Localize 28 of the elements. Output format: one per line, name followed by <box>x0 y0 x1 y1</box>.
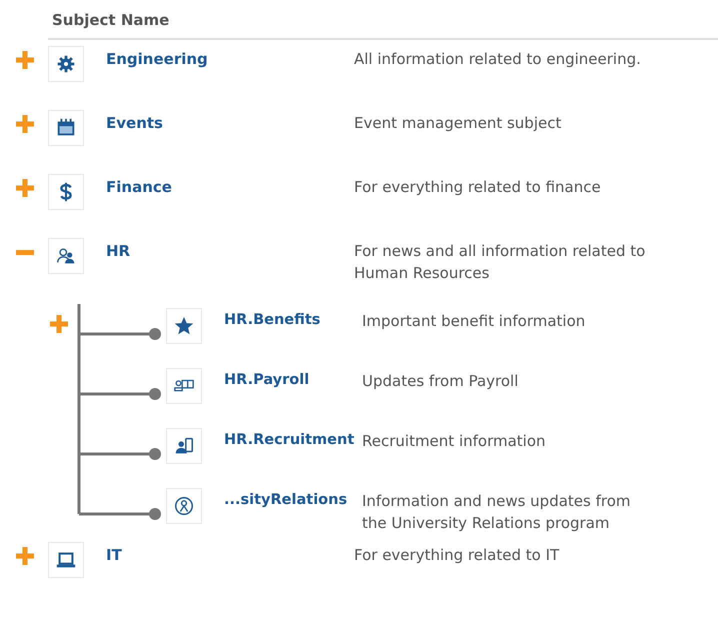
subject-description: Recruitment information <box>362 431 547 452</box>
subject-link[interactable]: Finance <box>106 176 354 198</box>
gear-icon <box>55 53 77 75</box>
subject-link[interactable]: Events <box>106 112 354 134</box>
subject-description: For everything related to finance <box>354 177 602 198</box>
subject-description: Updates from Payroll <box>362 371 520 392</box>
subject-description: Information and news updates from the University Relations program <box>362 491 632 534</box>
subject-description: All information related to engineering. <box>354 49 642 70</box>
subject-description: Event management subject <box>354 113 562 134</box>
star-icon <box>173 315 195 337</box>
person-circle-icon <box>173 495 195 517</box>
subject-description: For news and all information related to Human Resources <box>354 241 646 284</box>
expand-button[interactable] <box>16 51 34 69</box>
subject-link[interactable]: HR.Payroll <box>224 370 362 392</box>
subject-link[interactable]: ...sityRelations <box>224 490 362 512</box>
subject-link[interactable]: HR.Benefits <box>224 310 362 332</box>
subject-description: Important benefit information <box>362 311 586 332</box>
subject-link[interactable]: IT <box>106 544 354 566</box>
subject-link[interactable]: HR <box>106 240 354 262</box>
expand-button[interactable] <box>50 315 68 333</box>
expand-button[interactable] <box>16 547 34 565</box>
expand-button[interactable] <box>16 115 34 133</box>
column-header[interactable]: Subject Name <box>52 11 170 29</box>
collapse-button[interactable] <box>16 250 34 254</box>
subject-link[interactable]: Engineering <box>106 48 354 70</box>
subject-description: For everything related to IT <box>354 545 560 566</box>
expand-button[interactable] <box>16 179 34 197</box>
subject-link[interactable]: HR.Recruitment <box>224 430 362 452</box>
